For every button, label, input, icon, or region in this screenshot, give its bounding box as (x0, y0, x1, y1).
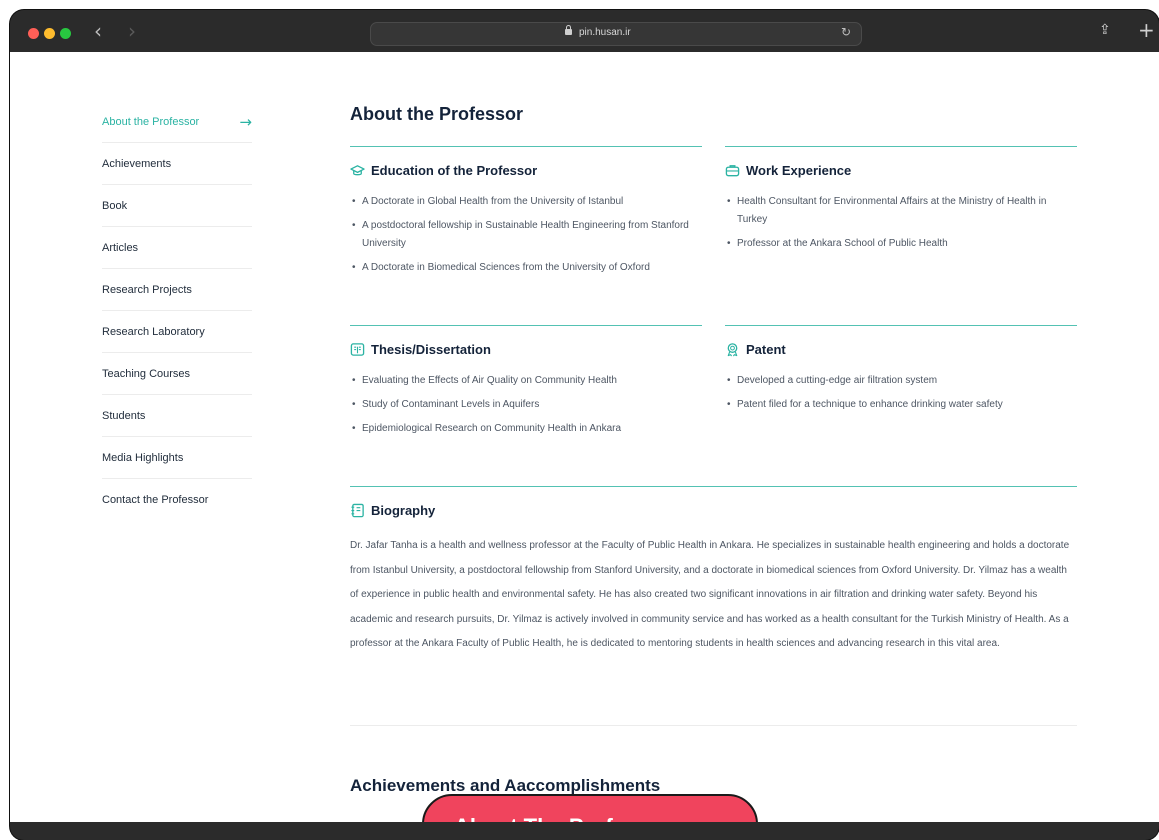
achievements-title: Achievements and Aaccomplishments (350, 776, 661, 795)
pill-label: About The Professor (454, 814, 672, 822)
patent-section: Patent Developed a cutting-edge air filt… (725, 325, 1077, 414)
patent-heading: Patent (725, 342, 786, 357)
page-title: About the Professor (350, 104, 524, 124)
sidebar-nav: About the Professor → Achievements Book … (102, 101, 252, 521)
sidebar-item-label: About the Professor (102, 115, 200, 128)
sidebar-item-label: Research Laboratory (102, 325, 205, 338)
patent-list: Developed a cutting-edge air filtration … (725, 372, 1075, 420)
notebook-icon (351, 503, 364, 518)
education-section: Education of the Professor A Doctorate i… (350, 146, 702, 277)
sidebar-item-articles[interactable]: Articles (102, 227, 252, 269)
list-item: Patent filed for a technique to enhance … (725, 396, 1075, 414)
thesis-section: Thesis/Dissertation Evaluating the Effec… (350, 325, 702, 438)
sidebar-item-label: Contact the Professor (102, 494, 209, 506)
sidebar-item-research-projects[interactable]: Research Projects (102, 269, 252, 311)
graduation-cap-icon (350, 165, 365, 176)
new-tab-icon[interactable]: + (1138, 18, 1155, 42)
list-item: Study of Contaminant Levels in Aquifers (350, 396, 700, 414)
briefcase-icon (725, 165, 740, 177)
list-item: Developed a cutting-edge air filtration … (725, 372, 1075, 390)
biography-section: Biography Dr. Jafar Tanha is a health an… (350, 486, 1077, 649)
arrow-right-icon: → (239, 112, 252, 131)
url-text: pin.husan.ir (579, 27, 631, 38)
minimize-window-button[interactable] (44, 28, 55, 39)
sidebar-item-book[interactable]: Book (102, 185, 252, 227)
sidebar-item-teaching-courses[interactable]: Teaching Courses (102, 353, 252, 395)
close-window-button[interactable] (28, 28, 39, 39)
browser-titlebar: ‹ › pin.husan.ir ↻ ⇪ + (10, 10, 1159, 52)
sidebar-item-label: Media Highlights (102, 451, 184, 464)
list-item: A Doctorate in Biomedical Sciences from … (350, 259, 700, 277)
biography-heading-text: Biography (371, 503, 436, 518)
sidebar-item-label: Research Projects (102, 283, 192, 296)
zoom-window-button[interactable] (60, 28, 71, 39)
list-item: Epidemiological Research on Community He… (350, 420, 700, 438)
sidebar-item-label: Teaching Courses (102, 367, 191, 380)
sidebar-item-label: Book (102, 199, 128, 212)
forward-icon[interactable]: › (128, 19, 136, 43)
thesis-list: Evaluating the Effects of Air Quality on… (350, 372, 700, 444)
work-experience-section: Work Experience Health Consultant for En… (725, 146, 1077, 253)
list-item: Professor at the Ankara School of Public… (725, 235, 1075, 253)
biography-text: Dr. Jafar Tanha is a health and wellness… (350, 540, 1070, 649)
page-viewport: About the Professor → Achievements Book … (10, 52, 1159, 822)
list-item: A Doctorate in Global Health from the Un… (350, 193, 700, 211)
list-item: A postdoctoral fellowship in Sustainable… (350, 217, 700, 253)
section-divider (350, 725, 1077, 726)
award-badge-icon (727, 343, 738, 357)
sidebar-item-research-laboratory[interactable]: Research Laboratory (102, 311, 252, 353)
about-professor-pill-button[interactable]: About The Professor (422, 794, 758, 822)
sidebar-item-contact[interactable]: Contact the Professor (102, 479, 252, 521)
sidebar-item-media-highlights[interactable]: Media Highlights (102, 437, 252, 479)
sidebar-item-label: Students (102, 409, 146, 422)
share-icon[interactable]: ⇪ (1099, 22, 1111, 38)
work-list: Health Consultant for Environmental Affa… (725, 193, 1075, 259)
list-item: Health Consultant for Environmental Affa… (725, 193, 1075, 229)
patent-heading-text: Patent (746, 342, 786, 357)
education-heading-text: Education of the Professor (371, 163, 538, 178)
sidebar-item-label: Achievements (102, 157, 172, 170)
list-item: Evaluating the Effects of Air Quality on… (350, 372, 700, 390)
work-heading-text: Work Experience (746, 163, 852, 178)
education-list: A Doctorate in Global Health from the Un… (350, 193, 700, 283)
thesis-heading-text: Thesis/Dissertation (371, 342, 491, 357)
work-heading: Work Experience (725, 163, 851, 178)
sidebar-item-achievements[interactable]: Achievements (102, 143, 252, 185)
address-bar[interactable]: pin.husan.ir ↻ (370, 22, 862, 46)
sidebar-item-label: Articles (102, 241, 139, 254)
biography-heading: Biography (350, 503, 435, 518)
book-open-icon (350, 343, 365, 356)
lock-icon (565, 25, 572, 35)
back-icon[interactable]: ‹ (94, 19, 102, 43)
education-heading: Education of the Professor (350, 163, 537, 178)
sidebar-item-about[interactable]: About the Professor → (102, 101, 252, 143)
sidebar-item-students[interactable]: Students (102, 395, 252, 437)
thesis-heading: Thesis/Dissertation (350, 342, 491, 357)
reload-icon[interactable]: ↻ (841, 25, 851, 39)
